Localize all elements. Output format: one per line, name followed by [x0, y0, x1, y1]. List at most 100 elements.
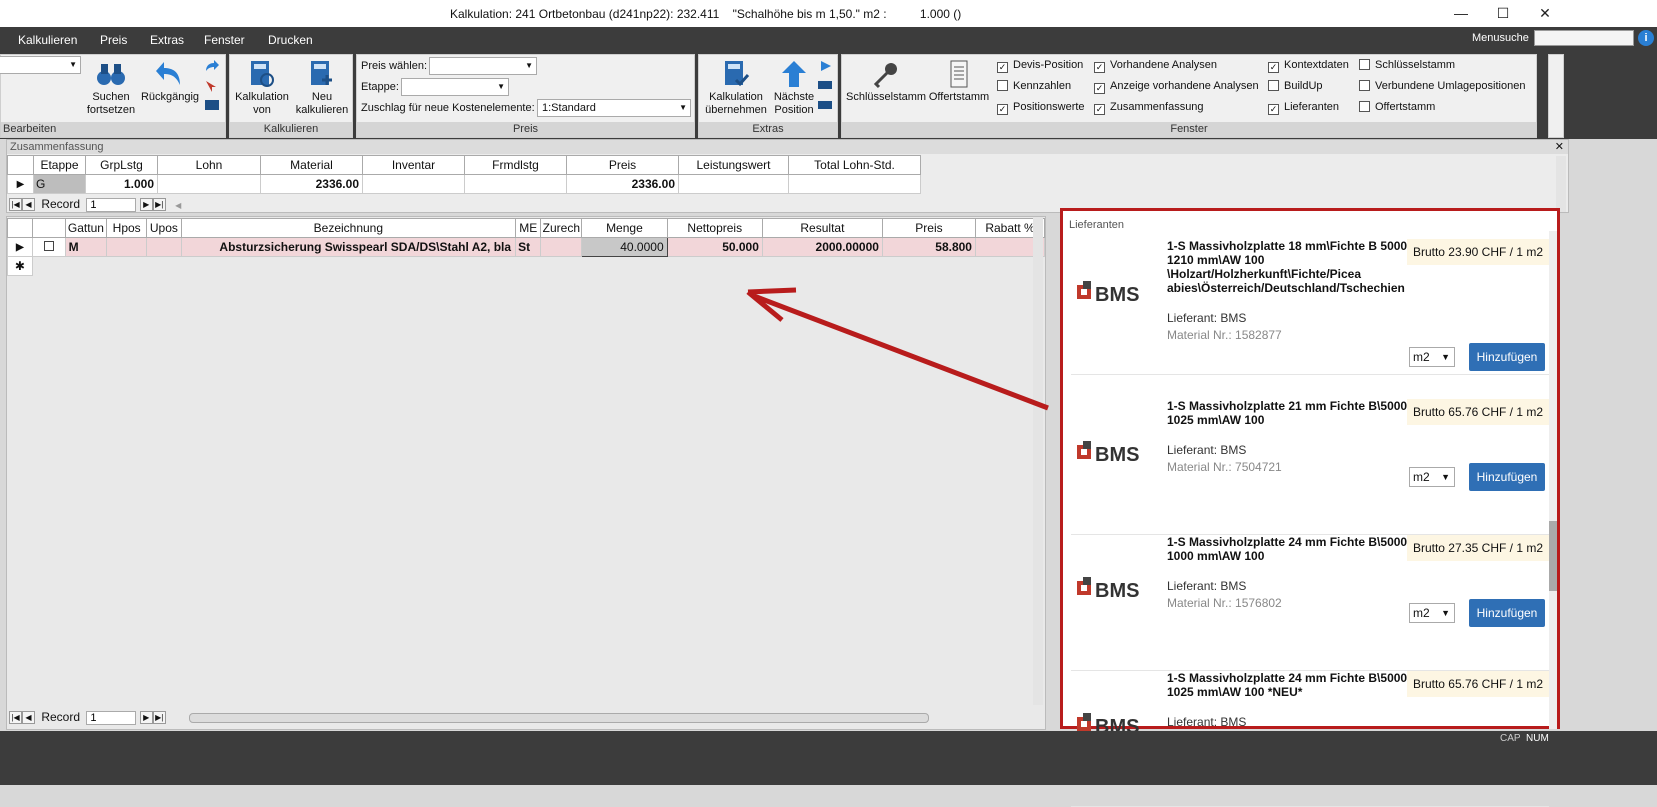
- checkbox[interactable]: [997, 80, 1008, 91]
- cell-hpos[interactable]: [106, 237, 148, 257]
- checkbox[interactable]: [1359, 101, 1370, 112]
- offertstamm-button[interactable]: Offertstamm: [926, 59, 992, 104]
- summary-cell[interactable]: [678, 174, 789, 194]
- checkbox[interactable]: ✓: [1094, 104, 1105, 115]
- unit-select[interactable]: m2 ▼: [1409, 347, 1455, 367]
- checkbox[interactable]: ✓: [1094, 62, 1105, 73]
- summary-cell[interactable]: 1.000: [85, 174, 158, 194]
- checkbox[interactable]: [1268, 80, 1279, 91]
- positions-header[interactable]: Zurech: [540, 218, 583, 238]
- cell-gattung[interactable]: M: [64, 237, 108, 257]
- hinzufuegen-button[interactable]: Hinzufügen: [1469, 343, 1545, 371]
- checkbox[interactable]: [1359, 80, 1370, 91]
- record-input[interactable]: [86, 198, 137, 212]
- menu-preis[interactable]: Preis: [100, 33, 127, 47]
- checkbox-option[interactable]: ✓ Zusammenfassung: [1094, 101, 1204, 115]
- menu-fenster[interactable]: Fenster: [204, 33, 245, 47]
- positions-header[interactable]: Gattun: [64, 218, 108, 238]
- first-record-button[interactable]: |◀: [9, 198, 22, 212]
- summary-cell[interactable]: [464, 174, 567, 194]
- cell-bezeichnung[interactable]: Absturzsicherung Swisspearl SDA/DS\Stahl…: [180, 237, 517, 257]
- minimize-button[interactable]: —: [1452, 4, 1470, 22]
- cell-menge[interactable]: 40.0000: [581, 237, 668, 257]
- preis-waehlen-combo[interactable]: ▼: [429, 57, 537, 75]
- first-record-button[interactable]: |◀: [9, 711, 22, 725]
- positions-header[interactable]: Upos: [146, 218, 182, 238]
- cell-preis[interactable]: 58.800: [881, 237, 976, 257]
- prev-record-button[interactable]: ◀: [22, 711, 35, 725]
- summary-header[interactable]: Etappe: [33, 155, 86, 175]
- positions-header[interactable]: ME: [515, 218, 542, 238]
- summary-cell[interactable]: [788, 174, 921, 194]
- summary-header[interactable]: GrpLstg: [85, 155, 158, 175]
- down-arrow-icon[interactable]: [819, 59, 833, 73]
- schluesselstamm-button[interactable]: Schlüsselstamm: [846, 59, 926, 104]
- scroll-left-icon[interactable]: ◀: [175, 201, 181, 210]
- kalkulation-von-button[interactable]: Kalkulation von: [232, 59, 292, 117]
- table-row[interactable]: ▶ M Absturzsicherung Swisspearl SDA/DS\S…: [7, 237, 1046, 257]
- checkbox-option[interactable]: Kennzahlen: [997, 80, 1071, 92]
- menu-kalkulieren[interactable]: Kalkulieren: [18, 33, 77, 47]
- row-checkbox[interactable]: [31, 237, 66, 257]
- checkbox-option[interactable]: ✓ Devis-Position: [997, 59, 1083, 73]
- prev-record-button[interactable]: ◀: [22, 198, 35, 212]
- summary-header[interactable]: Material: [260, 155, 363, 175]
- menu-extras[interactable]: Extras: [150, 33, 184, 47]
- summary-header[interactable]: Preis: [566, 155, 679, 175]
- summary-cell[interactable]: G: [33, 174, 86, 194]
- positions-header[interactable]: Bezeichnung: [180, 218, 517, 238]
- checkbox-option[interactable]: ✓ Lieferanten: [1268, 101, 1339, 115]
- summary-header[interactable]: Lohn: [157, 155, 261, 175]
- summary-cell[interactable]: 2336.00: [260, 174, 363, 194]
- last-record-button[interactable]: ▶|: [152, 711, 166, 725]
- checkbox-option[interactable]: ✓ Positionswerte: [997, 101, 1085, 115]
- checkbox-option[interactable]: ✓ Vorhandene Analysen: [1094, 59, 1217, 73]
- naechste-position-button[interactable]: Nächste Position: [769, 59, 819, 117]
- cell-resultat[interactable]: 2000.00000: [761, 237, 883, 257]
- checkbox-option[interactable]: Verbundene Umlagepositionen: [1359, 80, 1525, 92]
- hinzufuegen-button[interactable]: Hinzufügen: [1469, 463, 1545, 491]
- cell-nettopreis[interactable]: 50.000: [666, 237, 763, 257]
- checkbox-option[interactable]: ✓ Kontextdaten: [1268, 59, 1349, 73]
- table-row[interactable]: ▶ G 1.000 2336.00 2336.00: [7, 174, 921, 194]
- summary-header[interactable]: Leistungswert: [678, 155, 789, 175]
- summary-cell[interactable]: 2336.00: [566, 174, 679, 194]
- table-icon[interactable]: [204, 99, 220, 111]
- rueckgaengig-button[interactable]: Rückgängig: [139, 59, 201, 104]
- list-icon-2[interactable]: [817, 99, 833, 111]
- positions-hscroll[interactable]: [189, 713, 929, 723]
- next-record-button[interactable]: ▶: [139, 711, 153, 725]
- checkbox[interactable]: ✓: [1268, 62, 1279, 73]
- checkbox-option[interactable]: BuildUp: [1268, 80, 1323, 92]
- close-button[interactable]: ✕: [1536, 4, 1554, 22]
- checkbox-option[interactable]: Offertstamm: [1359, 101, 1435, 113]
- list-icon-1[interactable]: [817, 79, 833, 91]
- checkbox[interactable]: ✓: [1094, 83, 1105, 94]
- etappe-combo[interactable]: ▼: [401, 78, 509, 96]
- menu-drucken[interactable]: Drucken: [268, 33, 313, 47]
- lieferanten-scrollbar[interactable]: [1549, 231, 1557, 729]
- positions-header[interactable]: Resultat: [761, 218, 883, 238]
- checkbox-option[interactable]: Schlüsselstamm: [1359, 59, 1455, 71]
- summary-header[interactable]: Frmdlstg: [464, 155, 567, 175]
- cell-me[interactable]: St: [515, 237, 542, 257]
- record-input[interactable]: [86, 711, 137, 725]
- checkbox[interactable]: ✓: [997, 104, 1008, 115]
- positions-header[interactable]: Menge: [581, 218, 668, 238]
- row-selector-icon[interactable]: ▶: [7, 174, 34, 194]
- new-row-icon[interactable]: ✱: [7, 256, 33, 276]
- new-row[interactable]: ✱: [7, 256, 1045, 276]
- last-record-button[interactable]: ▶|: [152, 198, 166, 212]
- summary-header[interactable]: Inventar: [362, 155, 465, 175]
- positions-header[interactable]: Hpos: [106, 218, 148, 238]
- positions-header[interactable]: Nettopreis: [666, 218, 763, 238]
- next-record-button[interactable]: ▶: [139, 198, 153, 212]
- checkbox[interactable]: ✓: [997, 62, 1008, 73]
- kalkulation-uebernehmen-button[interactable]: Kalkulation übernehmen: [701, 59, 771, 117]
- checkbox[interactable]: ✓: [1268, 104, 1279, 115]
- bearbeiten-combo[interactable]: ▼: [0, 56, 81, 74]
- summary-header[interactable]: Total Lohn-Std.: [788, 155, 921, 175]
- summary-cell[interactable]: [362, 174, 465, 194]
- unit-select[interactable]: m2 ▼: [1409, 603, 1455, 623]
- cell-upos[interactable]: [146, 237, 182, 257]
